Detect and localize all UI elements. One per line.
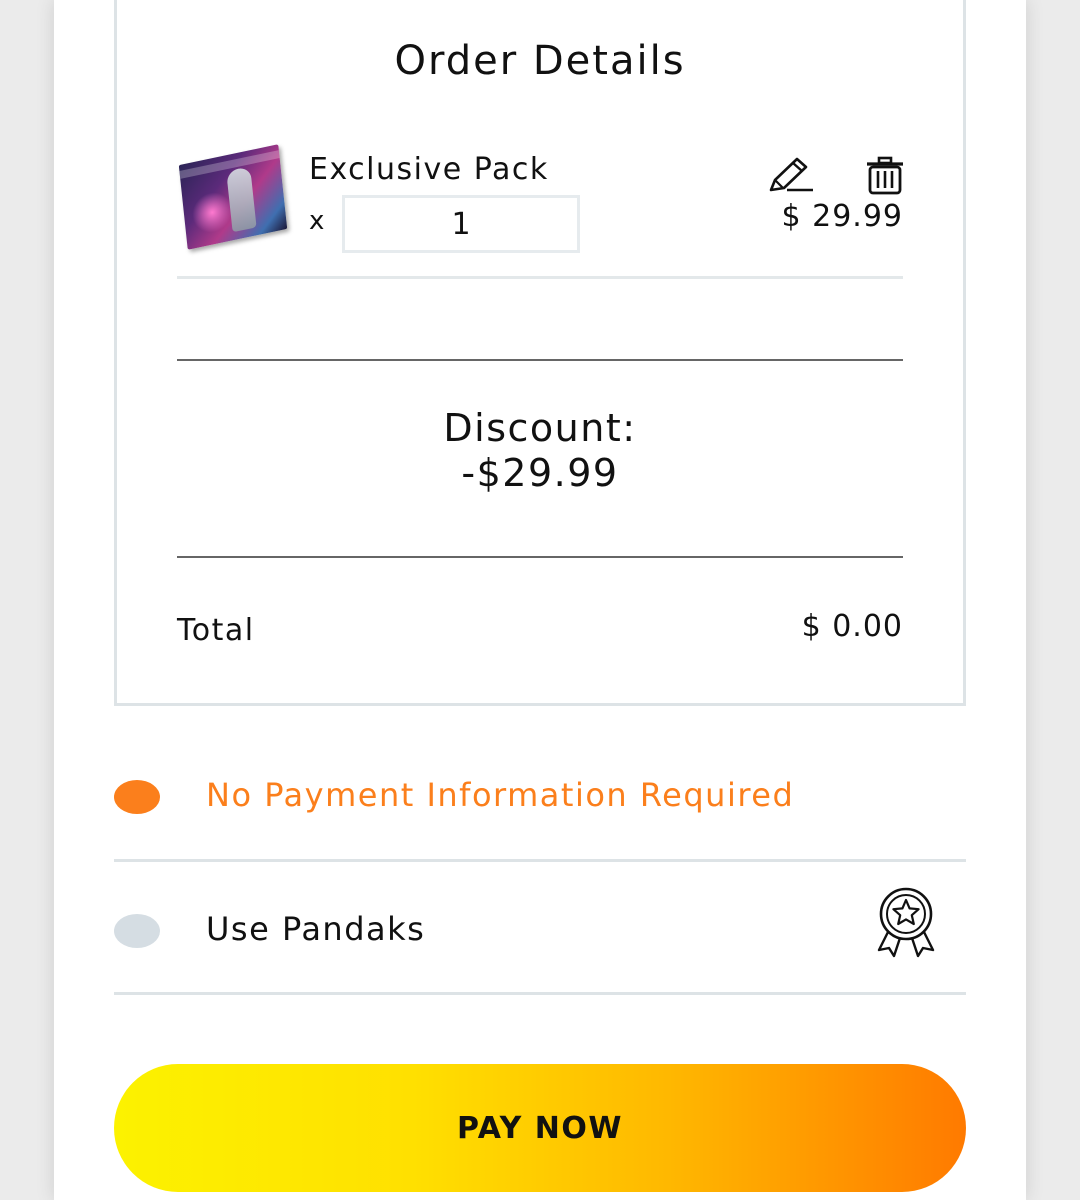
discount-value: -$29.99 — [461, 451, 619, 495]
radio-selected-icon[interactable] — [114, 780, 160, 814]
quantity-multiplier: x — [309, 206, 325, 236]
pencil-icon[interactable] — [767, 156, 815, 196]
radio-unselected-icon[interactable] — [114, 914, 160, 948]
product-name: Exclusive Pack — [309, 152, 549, 187]
order-details-card: Order Details Exclusive Pack x $ 29.99 D… — [114, 0, 966, 706]
payment-option-label: No Payment Information Required — [206, 776, 795, 814]
order-title: Order Details — [394, 38, 686, 84]
total-label: Total — [177, 613, 255, 648]
divider — [177, 276, 903, 279]
divider — [114, 859, 966, 862]
payment-option-label: Use Pandaks — [206, 910, 426, 948]
payment-option-use-pandaks[interactable]: Use Pandaks — [114, 880, 966, 980]
payment-option-no-payment[interactable]: No Payment Information Required — [114, 746, 966, 846]
trash-icon[interactable] — [865, 156, 905, 196]
checkout-page: Order Details Exclusive Pack x $ 29.99 D… — [54, 0, 1026, 1200]
total-value: $ 0.00 — [801, 609, 903, 644]
award-badge-icon — [877, 887, 935, 958]
divider — [114, 992, 966, 995]
discount-label: Discount: — [443, 406, 637, 450]
item-price: $ 29.99 — [781, 199, 903, 234]
quantity-input[interactable] — [342, 195, 580, 253]
pay-now-button[interactable]: PAY NOW — [114, 1064, 966, 1192]
divider — [177, 359, 903, 361]
product-image — [178, 144, 288, 250]
divider — [177, 556, 903, 558]
